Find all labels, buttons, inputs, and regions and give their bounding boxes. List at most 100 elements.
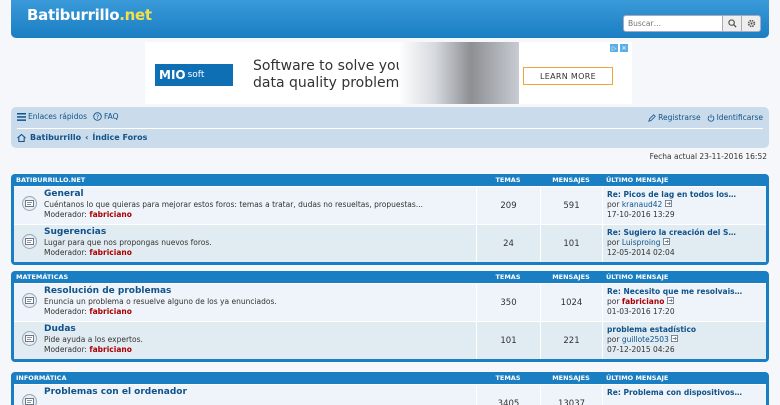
forum-category: INFORMÁTICA TEMAS MENSAJES ÚLTIMO MENSAJE Pr… bbox=[11, 372, 769, 405]
category-header: BATIBURRILLO.NET TEMAS MENSAJES ÚLTIMO MENS… bbox=[14, 174, 766, 186]
breadcrumb-index[interactable]: Índice Foros bbox=[92, 133, 147, 142]
menu-icon bbox=[17, 112, 26, 121]
logo-tld: .net bbox=[119, 6, 152, 24]
view-latest-icon[interactable] bbox=[671, 335, 679, 342]
register-link[interactable]: Registrarse bbox=[648, 113, 701, 122]
forum-info: General Cuéntanos lo que quieras para mej… bbox=[14, 187, 476, 224]
last-post: Re: Picos de lag en todos los… por kranau… bbox=[602, 187, 766, 224]
gear-icon bbox=[747, 19, 755, 28]
quick-links-link[interactable]: Enlaces rápidos bbox=[17, 112, 87, 121]
search-input[interactable] bbox=[623, 15, 723, 32]
by-label: por bbox=[607, 238, 620, 247]
category-name[interactable]: MATEMÁTICAS bbox=[14, 273, 476, 281]
topics-column-header: TEMAS bbox=[495, 374, 521, 382]
forum-title[interactable]: Problemas con el ordenador bbox=[44, 387, 476, 398]
help-icon: ? bbox=[93, 112, 102, 121]
forum-info: Dudas Pide ayuda a los expertos. Moderador… bbox=[14, 322, 476, 359]
by-label: por bbox=[607, 200, 620, 209]
forum-description: Lugar para que nos propongas nuevos foro… bbox=[44, 238, 212, 247]
breadcrumb: Batiburrillo ‹ Índice Foros bbox=[17, 133, 147, 142]
last-post-user[interactable]: fabriciano bbox=[622, 297, 665, 306]
breadcrumb-separator: ‹ bbox=[85, 133, 89, 142]
ad-brand-suffix: soft bbox=[187, 70, 205, 80]
ad-line2: data quality problems. bbox=[253, 75, 411, 91]
forum-info: Resolución de problemas Enuncia un proble… bbox=[14, 284, 476, 321]
breadcrumb-home[interactable]: Batiburrillo bbox=[30, 133, 81, 142]
moderator-label: Moderador: bbox=[44, 248, 87, 257]
last-post-column-header: ÚLTIMO MENSAJE bbox=[606, 176, 669, 184]
search-box bbox=[623, 15, 761, 32]
home-icon bbox=[17, 133, 26, 142]
last-post-title[interactable]: Re: Picos de lag en todos los… bbox=[607, 190, 762, 200]
posts-column-header: MENSAJES bbox=[552, 176, 590, 184]
last-post-user[interactable]: Luisproing bbox=[622, 238, 661, 247]
last-post-title[interactable]: Re: Sugiero la creación del S… bbox=[607, 228, 762, 238]
forum-title[interactable]: Dudas bbox=[44, 324, 476, 335]
topics-count: 24 bbox=[476, 225, 540, 262]
topics-count: 101 bbox=[476, 322, 540, 359]
last-post-date: 12-05-2014 02:04 bbox=[607, 248, 675, 257]
forum-title[interactable]: Sugerencias bbox=[44, 227, 476, 238]
last-post: Re: Sugiero la creación del S… por Luispr… bbox=[602, 225, 766, 262]
view-latest-icon[interactable] bbox=[666, 297, 674, 304]
last-post-date: 01-03-2016 17:20 bbox=[607, 307, 675, 316]
last-post: Re: Necesito que me resolvais… por fabric… bbox=[602, 284, 766, 321]
advanced-search-button[interactable] bbox=[742, 15, 761, 32]
last-post-user[interactable]: kranaud42 bbox=[622, 200, 662, 209]
topics-column-header: TEMAS bbox=[495, 176, 521, 184]
moderator-name[interactable]: fabriciano bbox=[89, 345, 132, 354]
posts-count: 13037 bbox=[540, 385, 602, 405]
ad-controls: ▷ ✕ bbox=[610, 44, 628, 52]
topics-count: 350 bbox=[476, 284, 540, 321]
svg-text:?: ? bbox=[96, 114, 99, 121]
forum-title[interactable]: General bbox=[44, 189, 476, 200]
last-post-column-header: ÚLTIMO MENSAJE bbox=[606, 374, 669, 382]
forum-category: BATIBURRILLO.NET TEMAS MENSAJES ÚLTIMO MENS… bbox=[11, 174, 769, 265]
login-link[interactable]: Identificarse bbox=[707, 113, 763, 122]
pencil-icon bbox=[648, 113, 656, 122]
faq-label: FAQ bbox=[103, 112, 119, 121]
last-post-column-header: ÚLTIMO MENSAJE bbox=[606, 273, 669, 281]
ad-learn-more-button[interactable]: LEARN MORE bbox=[523, 67, 613, 85]
forum-row: Dudas Pide ayuda a los expertos. Moderador… bbox=[14, 321, 766, 359]
moderator-name[interactable]: fabriciano bbox=[89, 307, 132, 316]
ad-close-icon[interactable]: ✕ bbox=[620, 44, 628, 52]
ad-info-icon[interactable]: ▷ bbox=[610, 44, 618, 52]
forum-row: General Cuéntanos lo que quieras para mej… bbox=[14, 186, 766, 224]
nav-user-links: Registrarse Identificarse bbox=[648, 113, 763, 122]
forum-moderator: Moderador: fabriciano bbox=[44, 345, 476, 355]
category-name[interactable]: INFORMÁTICA bbox=[14, 374, 476, 382]
forum-info: Problemas con el ordenador bbox=[14, 385, 476, 405]
forum-moderator: Moderador: fabriciano bbox=[44, 248, 476, 258]
quick-links-label: Enlaces rápidos bbox=[28, 112, 87, 121]
page: Batiburrillo.net MIOsoft Software to sol… bbox=[11, 0, 769, 405]
ad-banner[interactable]: MIO soft Software to solve your data qual… bbox=[145, 42, 632, 104]
last-post-title[interactable]: Re: Problema con dispositivos… bbox=[607, 388, 762, 398]
ad-headline: Software to solve your data quality prob… bbox=[253, 58, 411, 92]
last-post-title[interactable]: Re: Necesito que me resolvais… bbox=[607, 287, 762, 297]
last-post-date: 17-10-2016 13:29 bbox=[607, 210, 675, 219]
view-latest-icon[interactable] bbox=[662, 238, 670, 245]
category-name[interactable]: BATIBURRILLO.NET bbox=[14, 176, 476, 184]
forum-category: MATEMÁTICAS TEMAS MENSAJES ÚLTIMO MENSAJE Re… bbox=[11, 271, 769, 362]
forum-moderator: Moderador: fabriciano bbox=[44, 307, 476, 317]
site-logo[interactable]: Batiburrillo.net bbox=[27, 6, 152, 24]
forum-description: Cuéntanos lo que quieras para mejorar es… bbox=[44, 200, 423, 209]
moderator-label: Moderador: bbox=[44, 345, 87, 354]
moderator-name[interactable]: fabriciano bbox=[89, 248, 132, 257]
last-post-title[interactable]: problema estadístico bbox=[607, 325, 762, 335]
posts-count: 591 bbox=[540, 187, 602, 224]
search-button[interactable] bbox=[723, 15, 742, 32]
last-post-user[interactable]: guillote2503 bbox=[622, 335, 669, 344]
view-latest-icon[interactable] bbox=[664, 200, 672, 207]
forum-moderator: Moderador: fabriciano bbox=[44, 210, 476, 220]
forum-title[interactable]: Resolución de problemas bbox=[44, 286, 476, 297]
forum-read-icon bbox=[22, 331, 37, 346]
faq-link[interactable]: ? FAQ bbox=[93, 112, 119, 121]
logo-main: Batiburrillo bbox=[27, 6, 120, 24]
moderator-name[interactable]: fabriciano bbox=[89, 210, 132, 219]
current-date: Fecha actual 23-11-2016 16:52 bbox=[649, 152, 767, 161]
forum-read-icon bbox=[22, 196, 37, 211]
forum-description: Enuncia un problema o resuelve alguno de… bbox=[44, 297, 277, 306]
by-label: por bbox=[607, 297, 620, 306]
